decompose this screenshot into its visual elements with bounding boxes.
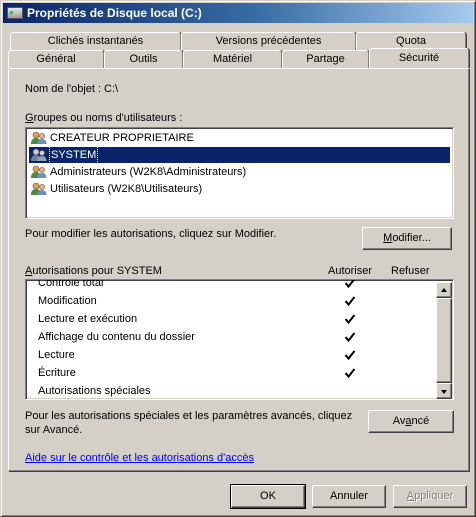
object-name-label: Nom de l'objet : [25,83,102,95]
permissions-scrollbar[interactable] [436,282,452,399]
permission-row: Contrôle total [38,279,438,292]
advanced-info-line1: Pour les autorisations spéciales et les … [25,410,353,422]
permission-row: Lecture [38,346,438,364]
column-header-allow: Autoriser [328,265,373,277]
permission-name: Modification [38,295,97,307]
permission-name: Lecture [38,349,75,361]
permission-row: Autorisations spéciales [38,382,438,399]
tab-materiel[interactable]: Matériel [183,50,282,68]
modify-button[interactable]: Modifier... [362,227,452,250]
up-arrow-icon [441,288,447,292]
allow-check-icon [344,350,356,361]
users-group-icon [31,148,47,162]
drive-icon [7,7,23,19]
cancel-button[interactable]: Annuler [312,485,386,508]
tab-versions-precedentes[interactable]: Versions précédentes [181,32,356,50]
tab-general[interactable]: Général [8,50,104,68]
permission-name: Contrôle total [38,279,104,289]
groups-label: Groupes ou noms d'utilisateurs : [25,112,183,124]
tab-partage[interactable]: Partage [282,50,369,68]
ok-button[interactable]: OK [230,484,306,509]
permissions-list[interactable]: Contrôle total Modification Lecture et exé… [25,279,454,400]
permission-row: Lecture et exécution [38,310,438,328]
help-link[interactable]: Aide sur le contrôle et les autorisation… [25,452,254,464]
allow-check-icon [344,332,356,343]
users-group-icon [31,131,47,145]
security-panel: Nom de l'objet : C:\ Groupes ou noms d'u… [8,68,469,471]
allow-check-icon [344,280,355,289]
permission-row: Affichage du contenu du dossier [38,328,438,346]
properties-window: Propriétés de Disque local (C:) Clichés … [0,0,476,517]
permission-row: Écriture [38,364,438,382]
allow-check-icon [344,296,356,307]
down-arrow-icon [441,390,447,394]
window-title: Propriétés de Disque local (C:) [27,6,202,20]
scroll-up-button[interactable] [436,282,452,298]
list-item[interactable]: Utilisateurs (W2K8\Utilisateurs) [29,181,450,197]
scroll-down-button[interactable] [436,383,452,399]
list-item[interactable]: CREATEUR PROPRIETAIRE [29,130,450,146]
tab-outils[interactable]: Outils [104,50,183,68]
permission-name: Affichage du contenu du dossier [38,331,195,343]
permission-name: Autorisations spéciales [38,385,151,397]
object-name-value: C:\ [104,83,119,95]
allow-check-icon [344,368,356,379]
users-group-icon [31,182,47,196]
column-header-deny: Refuser [391,265,430,277]
modify-info-text: Pour modifier les autorisations, cliquez… [25,228,277,240]
permission-name: Lecture et exécution [38,313,138,325]
permissions-label: Autorisations pour SYSTEM [25,265,162,277]
title-bar[interactable]: Propriétés de Disque local (C:) [3,3,473,23]
advanced-button[interactable]: Avancé [368,410,454,433]
permission-name: Écriture [38,367,76,379]
tab-cliches-instantanes[interactable]: Clichés instantanés [10,32,181,50]
allow-check-icon [344,314,356,325]
list-item-selected[interactable]: SYSTEM [29,146,450,164]
advanced-info-line2: sur Avancé. [25,424,83,436]
users-group-icon [31,165,47,179]
tab-securite[interactable]: Sécurité [369,48,469,68]
list-item[interactable]: Administrateurs (W2K8\Administrateurs) [29,164,450,180]
groups-listbox[interactable]: CREATEUR PROPRIETAIRE SYSTEM Administrat… [25,127,454,219]
apply-button[interactable]: Appliquer [393,485,467,508]
scroll-thumb[interactable] [436,298,452,383]
permission-row: Modification [38,292,438,310]
